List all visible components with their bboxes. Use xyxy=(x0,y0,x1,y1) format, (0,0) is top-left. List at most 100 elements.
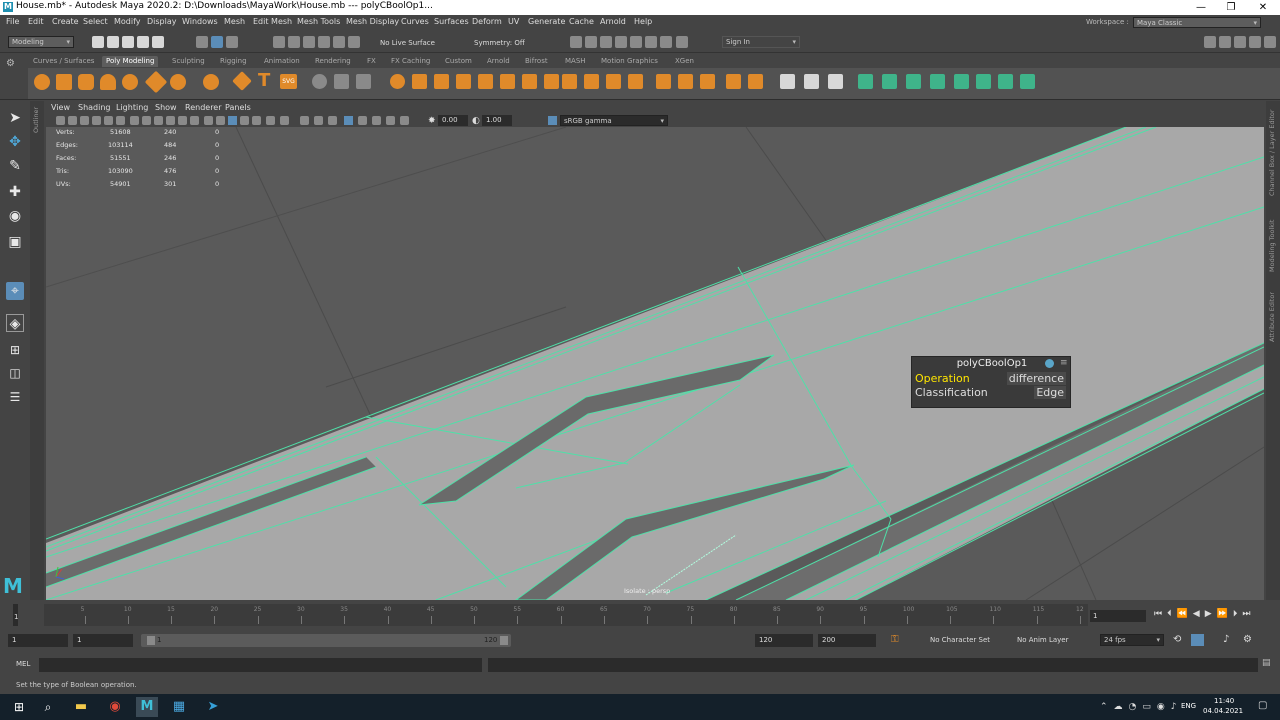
single-perspective-layout-icon[interactable]: ◈ xyxy=(6,314,24,332)
menu-modify[interactable]: Modify xyxy=(114,17,141,26)
boolean-union-icon[interactable] xyxy=(434,74,449,89)
anti-aliasing-icon[interactable] xyxy=(314,116,323,125)
gamma-field[interactable]: 1.00 xyxy=(482,115,512,126)
poly-disc-icon[interactable] xyxy=(170,74,186,90)
menu-icon[interactable]: ≡ xyxy=(1060,358,1068,368)
notifications-icon[interactable]: ▢ xyxy=(1258,700,1267,711)
spherical-uv-icon[interactable] xyxy=(930,74,945,89)
menu-edit-mesh[interactable]: Edit Mesh xyxy=(253,17,292,26)
viewport-menu-lighting[interactable]: Lighting xyxy=(116,103,148,112)
open-scene-icon[interactable] xyxy=(107,36,119,48)
planar-uv-icon[interactable] xyxy=(858,74,873,89)
shelf-tab-sculpting[interactable]: Sculpting xyxy=(168,56,209,67)
slide-edge-icon[interactable] xyxy=(780,74,795,89)
textured-icon[interactable] xyxy=(240,116,249,125)
modeling-toolkit-icon[interactable] xyxy=(1204,36,1216,48)
channel-box-icon[interactable] xyxy=(1249,36,1261,48)
depth-of-field-icon[interactable] xyxy=(328,116,337,125)
menu-file[interactable]: File xyxy=(6,17,19,26)
grid-icon[interactable] xyxy=(130,116,139,125)
shadows-icon[interactable] xyxy=(266,116,275,125)
pin-icon[interactable] xyxy=(1045,359,1054,368)
wireframe-on-shaded-icon[interactable] xyxy=(228,116,237,125)
menu-cache[interactable]: Cache xyxy=(569,17,594,26)
combine-icon[interactable] xyxy=(390,74,405,89)
sign-in-dropdown[interactable]: Sign In xyxy=(722,36,800,48)
live-surface-label[interactable]: No Live Surface xyxy=(380,39,435,47)
shelf-tab-arnold[interactable]: Arnold xyxy=(483,56,514,67)
search-icon[interactable]: ⌕ xyxy=(37,697,59,717)
shelf-tab-animation[interactable]: Animation xyxy=(260,56,304,67)
target-weld-icon[interactable] xyxy=(804,74,819,89)
audio-icon[interactable]: ♪ xyxy=(1223,634,1229,645)
photos-icon[interactable]: ▦ xyxy=(168,697,190,717)
close-button[interactable]: ✕ xyxy=(1250,0,1276,15)
language-indicator[interactable]: ENG xyxy=(1181,702,1196,710)
scale-tool-icon[interactable]: ▣ xyxy=(6,233,24,251)
chrome-icon[interactable]: ◉ xyxy=(104,697,126,717)
menu-generate[interactable]: Generate xyxy=(528,17,565,26)
in-view-editor-polycbooloop[interactable]: polyCBoolOp1 ≡ Operation difference Clas… xyxy=(911,356,1071,408)
snap-live-icon[interactable] xyxy=(348,36,360,48)
viewport-menu-shading[interactable]: Shading xyxy=(78,103,111,112)
platonic-solid-icon[interactable] xyxy=(203,74,219,90)
menu-windows[interactable]: Windows xyxy=(182,17,218,26)
offset-loop-icon[interactable] xyxy=(700,74,715,89)
four-view-layout-icon[interactable]: ⊞ xyxy=(6,341,24,359)
menu-arnold[interactable]: Arnold xyxy=(600,17,626,26)
append-polygon-icon[interactable] xyxy=(656,74,671,89)
screen-space-ao-icon[interactable] xyxy=(280,116,289,125)
channel-box-tab[interactable]: Channel Box / Layer Editor xyxy=(1268,109,1276,196)
paint-select-icon[interactable]: ✎ xyxy=(6,157,24,175)
insert-loop-icon[interactable] xyxy=(726,74,741,89)
shelf-tab-fx[interactable]: FX xyxy=(363,56,380,67)
layout-uv-icon[interactable] xyxy=(976,74,991,89)
symmetry-label[interactable]: Symmetry: Off xyxy=(474,39,525,47)
snap-grid-icon[interactable] xyxy=(273,36,285,48)
maya-taskbar-icon[interactable]: M xyxy=(136,697,158,717)
exposure-field[interactable]: 0.00 xyxy=(438,115,468,126)
anim-end-field[interactable]: 120 xyxy=(755,634,813,647)
render-view-icon[interactable] xyxy=(570,36,582,48)
resolution-gate-icon[interactable] xyxy=(154,116,163,125)
menu-display[interactable]: Display xyxy=(147,17,177,26)
shelf-tab-fx-caching[interactable]: FX Caching xyxy=(387,56,434,67)
backface-culling-icon[interactable] xyxy=(400,116,409,125)
script-editor-icon[interactable]: ▤ xyxy=(1262,658,1271,668)
quad-draw-icon[interactable] xyxy=(334,74,349,89)
operation-value[interactable]: difference xyxy=(1006,372,1066,385)
xray-icon[interactable] xyxy=(358,116,367,125)
scene-start-field[interactable]: 1 xyxy=(8,634,68,647)
cut-uv-icon[interactable] xyxy=(998,74,1013,89)
pause-icon[interactable] xyxy=(676,36,688,48)
file-explorer-icon[interactable]: ▬ xyxy=(70,697,92,717)
time-slider[interactable]: 5 10 15 20 25 30 35 40 45 50 55 60 65 70 75 80 85 90 95 100… xyxy=(44,604,1087,626)
shelf-menu-gear-icon[interactable]: ⚙ xyxy=(6,58,15,69)
light-editor-icon[interactable] xyxy=(660,36,672,48)
menu-deform[interactable]: Deform xyxy=(472,17,502,26)
menu-mesh-tools[interactable]: Mesh Tools xyxy=(297,17,340,26)
snap-curve-icon[interactable] xyxy=(288,36,300,48)
auto-key-icon[interactable]: ⚿ xyxy=(891,634,899,645)
select-object-icon[interactable] xyxy=(211,36,223,48)
current-frame-field[interactable]: 1 xyxy=(1090,610,1146,622)
menu-uv[interactable]: UV xyxy=(508,17,519,26)
shelf-tab-motion-graphics[interactable]: Motion Graphics xyxy=(597,56,662,67)
mel-label[interactable]: MEL xyxy=(16,660,30,668)
workspace-dropdown[interactable]: Maya Classic xyxy=(1133,17,1261,28)
image-plane-icon[interactable] xyxy=(92,116,101,125)
gate-mask-icon[interactable] xyxy=(166,116,175,125)
separate-icon[interactable] xyxy=(412,74,427,89)
operation-row[interactable]: Operation difference xyxy=(913,372,1069,386)
shelf-tab-rendering[interactable]: Rendering xyxy=(311,56,355,67)
render-frame-icon[interactable] xyxy=(585,36,597,48)
range-slider-start-handle[interactable] xyxy=(147,636,155,645)
field-chart-icon[interactable] xyxy=(178,116,187,125)
move-tool-icon[interactable]: ✚ xyxy=(6,183,24,201)
xray-active-icon[interactable] xyxy=(372,116,381,125)
hypershade-icon[interactable] xyxy=(630,36,642,48)
command-input[interactable] xyxy=(39,658,482,672)
minimize-button[interactable]: — xyxy=(1188,0,1214,15)
maximize-button[interactable]: ❐ xyxy=(1218,0,1244,15)
menu-curves[interactable]: Curves xyxy=(401,17,429,26)
